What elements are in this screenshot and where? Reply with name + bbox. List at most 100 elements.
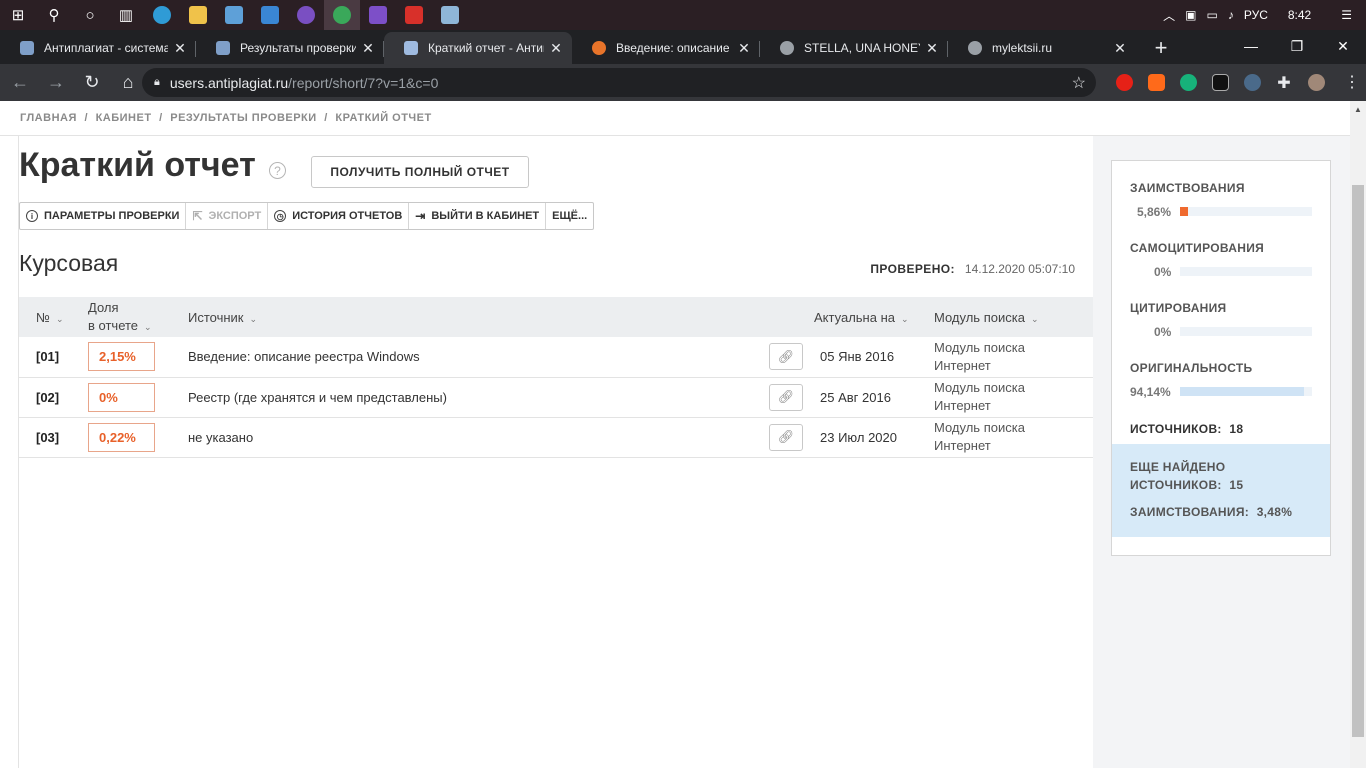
stats-sidebar: ЗАИМСТВОВАНИЯ 5,86% САМОЦИТИРОВАНИЯ 0% Ц… — [1093, 136, 1350, 768]
close-icon[interactable]: ✕ — [360, 40, 376, 57]
bookmark-star-icon[interactable]: ☆ — [1072, 73, 1086, 93]
export-button[interactable]: ⇱ ЭКСПОРТ — [186, 203, 269, 229]
report-history-button[interactable]: ◷ ИСТОРИЯ ОТЧЕТОВ — [268, 203, 410, 229]
col-actual[interactable]: Актуальна на ⌄ — [814, 297, 934, 337]
language-indicator[interactable]: РУС — [1244, 8, 1268, 22]
tab-title: mylektsii.ru — [992, 41, 1053, 55]
browser-menu-icon[interactable]: ⋮ — [1344, 72, 1360, 92]
new-tab-button[interactable]: + — [1146, 32, 1176, 64]
shield-icon — [404, 41, 418, 55]
module-line-1: Модуль поиска — [934, 339, 1025, 355]
address-bar[interactable]: 🔒︎ users.antiplagiat.ru/report/short/7?v… — [142, 68, 1096, 97]
forward-icon[interactable]: → — [40, 67, 72, 99]
stats-card: ЗАИМСТВОВАНИЯ 5,86% САМОЦИТИРОВАНИЯ 0% Ц… — [1111, 160, 1331, 556]
notifications-icon[interactable]: ☰ — [1341, 8, 1352, 22]
share-badge[interactable]: 0% — [88, 382, 155, 412]
col-module[interactable]: Модуль поиска ⌄ — [934, 297, 1094, 337]
battery-icon[interactable]: ▭ — [1207, 8, 1218, 22]
close-icon[interactable]: ✕ — [548, 40, 564, 57]
volume-icon[interactable]: ♪ — [1228, 8, 1234, 22]
address-toolbar: ← → ↻ ⌂ 🔒︎ users.antiplagiat.ru/report/s… — [0, 64, 1366, 101]
table-header: № ⌄ Доля в отчете ⌄ Источник ⌄ Актуальна на ⌄… — [19, 297, 1094, 337]
more-button[interactable]: ЕЩЁ... — [546, 203, 593, 229]
cite-bar — [1180, 327, 1312, 336]
owl-extension-icon[interactable] — [1236, 67, 1268, 99]
get-full-report-button[interactable]: ПОЛУЧИТЬ ПОЛНЫЙ ОТЧЕТ — [311, 156, 529, 188]
tab-stella[interactable]: STELLA, UNA HONEYPO ✕ — [760, 32, 948, 64]
search-icon[interactable]: ⚲ — [36, 0, 72, 30]
visual-studio-icon[interactable] — [360, 0, 396, 30]
link-icon[interactable]: 🔗︎ — [769, 423, 803, 451]
tab-antiplagiat[interactable]: Антиплагиат - система ✕ — [0, 32, 196, 64]
module-line-2: Интернет — [934, 357, 991, 373]
exit-to-cabinet-button[interactable]: ⇥ ВЫЙТИ В КАБИНЕТ — [409, 203, 547, 229]
page-scrollbar[interactable]: ▲ — [1350, 101, 1366, 768]
mail-icon[interactable] — [252, 0, 288, 30]
help-icon[interactable]: ? — [269, 162, 286, 179]
reload-icon[interactable]: ↻ — [76, 67, 108, 99]
source-name[interactable]: Введение: описание реестра Windows — [188, 337, 769, 377]
chevron-up-icon[interactable]: ︿ — [1163, 7, 1175, 24]
youtube-extension-icon[interactable] — [1108, 67, 1140, 99]
breadcrumb-cabinet[interactable]: КАБИНЕТ — [96, 112, 152, 124]
col-source-label: Источник — [188, 309, 244, 325]
window-controls: — ❐ ✕ — [1228, 30, 1366, 62]
task-view-icon[interactable]: ▥ — [108, 0, 144, 30]
scroll-up-icon[interactable]: ▲ — [1354, 105, 1362, 114]
grammarly-extension-icon[interactable] — [1172, 67, 1204, 99]
home-icon[interactable]: ⌂ — [112, 67, 144, 99]
edge-icon[interactable] — [144, 0, 180, 30]
store-icon[interactable] — [216, 0, 252, 30]
restore-icon[interactable]: ❐ — [1274, 30, 1320, 62]
check-params-button[interactable]: i ПАРАМЕТРЫ ПРОВЕРКИ — [20, 203, 187, 229]
clock[interactable]: 8:42 — [1288, 8, 1311, 22]
clock-icon: ◷ — [274, 210, 287, 222]
link-icon[interactable]: 🔗︎ — [769, 343, 803, 371]
close-icon[interactable]: ✕ — [172, 40, 188, 57]
app-icon[interactable] — [288, 0, 324, 30]
minimize-icon[interactable]: — — [1228, 30, 1274, 62]
row-num: [02] — [36, 389, 60, 405]
breadcrumb-results[interactable]: РЕЗУЛЬТАТЫ ПРОВЕРКИ — [170, 112, 316, 124]
back-icon[interactable]: ← — [4, 67, 36, 99]
source-name[interactable]: Реестр (где хранятся и чем представлены) — [188, 377, 769, 417]
chrome-icon[interactable] — [324, 0, 360, 30]
scrollbar-thumb[interactable] — [1352, 185, 1364, 737]
col-source[interactable]: Источник ⌄ — [188, 297, 769, 337]
breadcrumb-separator: / — [84, 112, 88, 124]
lock-icon[interactable]: 🔒︎ — [154, 76, 160, 89]
close-icon[interactable]: ✕ — [1112, 40, 1128, 57]
network-icon[interactable]: ▣ — [1185, 8, 1196, 22]
file-explorer-icon[interactable] — [180, 0, 216, 30]
cortana-icon[interactable]: ○ — [72, 0, 108, 30]
soundcloud-extension-icon[interactable] — [1140, 67, 1172, 99]
source-name[interactable]: не указано — [188, 417, 769, 457]
extension-icon[interactable] — [1204, 67, 1236, 99]
acrobat-icon[interactable] — [396, 0, 432, 30]
col-num-label: № — [36, 309, 50, 325]
system-tray: ︿ ▣ ▭ ♪ РУС 8:42 ☰ — [1163, 0, 1366, 30]
col-share[interactable]: Доля в отчете ⌄ — [88, 297, 188, 337]
windows-taskbar: ⊞ ⚲ ○ ▥ ︿ ▣ ▭ ♪ РУС 8:42 ☰ — [0, 0, 1366, 30]
table-row[interactable]: [03] 0,22% не указано 🔗︎ 23 Июл 2020 Мод… — [19, 417, 1094, 457]
table-row[interactable]: [01] 2,15% Введение: описание реестра Wi… — [19, 337, 1094, 377]
puzzle-icon[interactable]: ✚ — [1268, 67, 1300, 99]
avatar[interactable] — [1300, 67, 1332, 99]
notepad-icon[interactable] — [432, 0, 468, 30]
col-num[interactable]: № ⌄ — [19, 297, 88, 337]
originality-label: ОРИГИНАЛЬНОСТЬ — [1130, 361, 1253, 375]
share-badge[interactable]: 2,15% — [88, 342, 155, 372]
tab-introduction[interactable]: Введение: описание ре ✕ — [572, 32, 760, 64]
table-row[interactable]: [02] 0% Реестр (где хранятся и чем предс… — [19, 377, 1094, 417]
windows-start-icon[interactable]: ⊞ — [0, 0, 36, 30]
share-badge[interactable]: 0,22% — [88, 422, 155, 452]
close-icon[interactable]: ✕ — [736, 40, 752, 57]
tab-mylektsii[interactable]: mylektsii.ru ✕ — [948, 32, 1136, 64]
close-icon[interactable]: ✕ — [924, 40, 940, 57]
tab-results[interactable]: Результаты проверки - ✕ — [196, 32, 384, 64]
tab-short-report[interactable]: Краткий отчет - Антипл ✕ — [384, 32, 572, 64]
sources-value: 18 — [1229, 422, 1244, 436]
close-window-icon[interactable]: ✕ — [1320, 30, 1366, 62]
breadcrumb-home[interactable]: ГЛАВНАЯ — [20, 112, 77, 124]
link-icon[interactable]: 🔗︎ — [769, 383, 803, 411]
